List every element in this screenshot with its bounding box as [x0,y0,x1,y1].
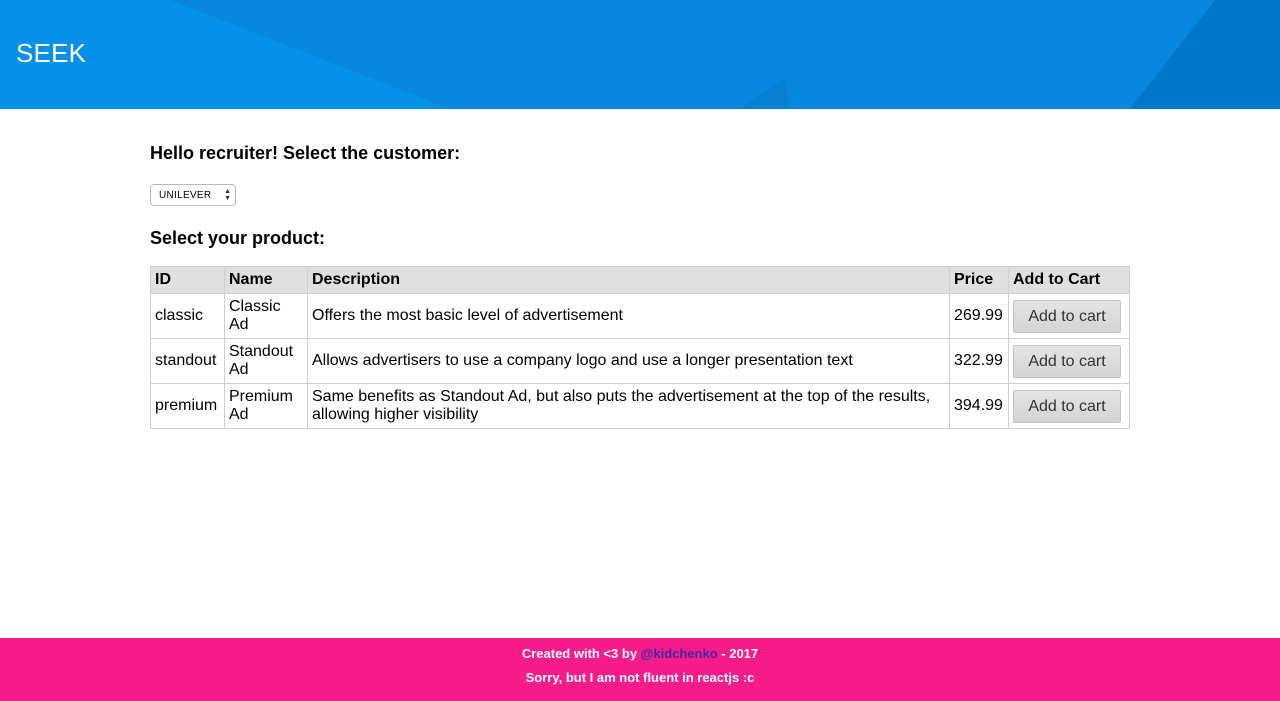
cell-name: Classic Ad [224,293,308,339]
table-header-row: ID Name Description Price Add to Cart [150,266,1130,294]
cell-price: 269.99 [949,293,1009,339]
footer-credit-line: Created with <3 by @kidchenko - 2017 [0,646,1280,661]
add-to-cart-button-standout[interactable]: Add to cart [1013,344,1121,378]
products-table: ID Name Description Price Add to Cart cl… [150,266,1130,429]
cell-id: classic [150,293,225,339]
cell-add-to-cart: Add to cart [1008,383,1130,429]
customer-heading: Hello recruiter! Select the customer: [150,143,461,163]
footer-credit-suffix: - 2017 [717,646,759,661]
cell-price: 322.99 [949,338,1009,384]
column-header-price: Price [949,266,1009,294]
cell-description: Offers the most basic level of advertise… [307,293,950,339]
customer-select-value: UNILEVER [159,190,212,201]
header-background-shapes [0,0,1280,109]
column-header-description: Description [307,266,950,294]
cell-add-to-cart: Add to cart [1008,338,1130,384]
main-content: Hello recruiter! Select the customer: UN… [150,140,1130,429]
cell-name: Standout Ad [224,338,308,384]
table-row: premium Premium Ad Same benefits as Stan… [150,383,1130,429]
brand-logo-text[interactable]: SEEK [16,38,86,69]
footer-credit-prefix: Created with <3 by [521,646,641,661]
cell-id: premium [150,383,225,429]
column-header-name: Name [224,266,308,294]
column-header-id: ID [150,266,225,294]
add-to-cart-button-classic[interactable]: Add to cart [1013,299,1121,333]
add-to-cart-button-premium[interactable]: Add to cart [1013,389,1121,423]
cell-description: Allows advertisers to use a company logo… [307,338,950,384]
cell-price: 394.99 [949,383,1009,429]
cell-add-to-cart: Add to cart [1008,293,1130,339]
footer: Created with <3 by @kidchenko - 2017 Sor… [0,638,1280,701]
table-row: standout Standout Ad Allows advertisers … [150,338,1130,384]
column-header-add-to-cart: Add to Cart [1008,266,1130,294]
cell-name: Premium Ad [224,383,308,429]
product-heading: Select your product: [150,228,326,248]
table-row: classic Classic Ad Offers the most basic… [150,293,1130,339]
footer-note: Sorry, but I am not fluent in reactjs :c [525,670,755,685]
customer-select[interactable]: UNILEVER ▲ ▼ [150,184,236,206]
cell-description: Same benefits as Standout Ad, but also p… [307,383,950,429]
author-link[interactable]: @kidchenko [641,646,718,661]
select-arrows-icon: ▲ ▼ [224,188,231,202]
cell-id: standout [150,338,225,384]
header-banner: SEEK [0,0,1280,109]
